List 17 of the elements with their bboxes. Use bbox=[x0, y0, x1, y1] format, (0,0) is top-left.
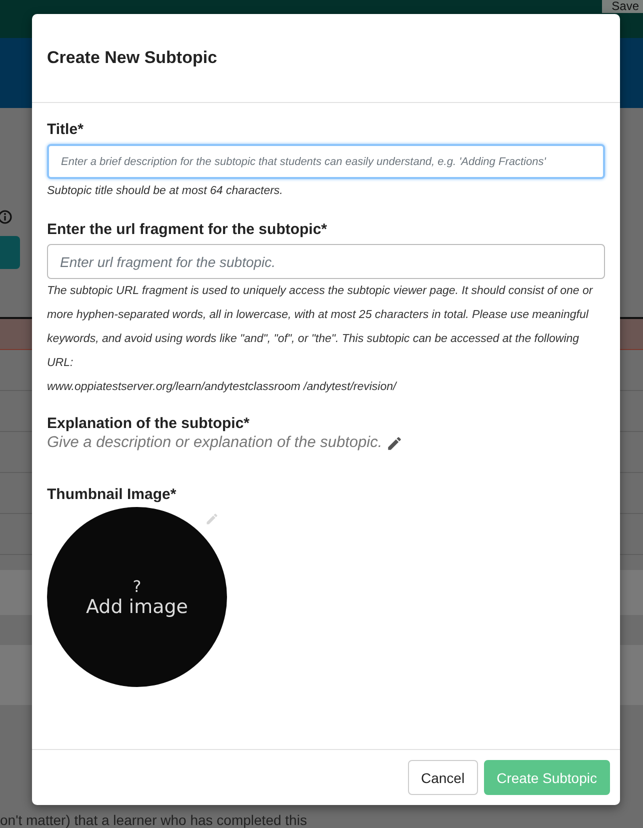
field-label: Explanation of the subtopic* bbox=[47, 415, 250, 432]
thumbnail-upload[interactable]: ? Add image bbox=[47, 507, 227, 687]
title-input[interactable]: Enter a brief description for the subtopic that students can easily understand, e.g. 'Adding Fractions' bbox=[47, 144, 605, 179]
field-label: Enter the url fragment for the subtopic* bbox=[47, 221, 328, 238]
info-icon[interactable] bbox=[0, 210, 12, 224]
pencil-icon[interactable] bbox=[386, 434, 404, 452]
cancel-button[interactable]: Cancel bbox=[408, 760, 478, 795]
save-button[interactable]: Save bbox=[602, 0, 643, 13]
url-text: www.oppiatestserver.org/learn/andytestclassroom /andytest/revision/ bbox=[47, 380, 398, 395]
field-label: Thumbnail Image* bbox=[47, 486, 176, 503]
body-text: on't matter) that a learner who has completed this bbox=[0, 812, 308, 828]
dialog-title: Create New Subtopic bbox=[47, 48, 218, 68]
explanation-placeholder[interactable]: Give a description or explanation of the subtopic. bbox=[47, 434, 382, 452]
hint-text: Subtopic title should be at most 64 characters. bbox=[47, 185, 283, 197]
help-text: The subtopic URL fragment is used to uniquely access the subtopic viewer page. It should consist of one or more hyphen-separated words, all in lowercase, with at most 25 characters in total. Please use meaningful keywords, and avoid using words like "and", "of", or "the". This subtopic can be accessed at the following URL: bbox=[47, 284, 594, 371]
url-fragment-input[interactable]: Enter url fragment for the subtopic. bbox=[47, 244, 605, 279]
field-label: Title* bbox=[47, 121, 84, 138]
